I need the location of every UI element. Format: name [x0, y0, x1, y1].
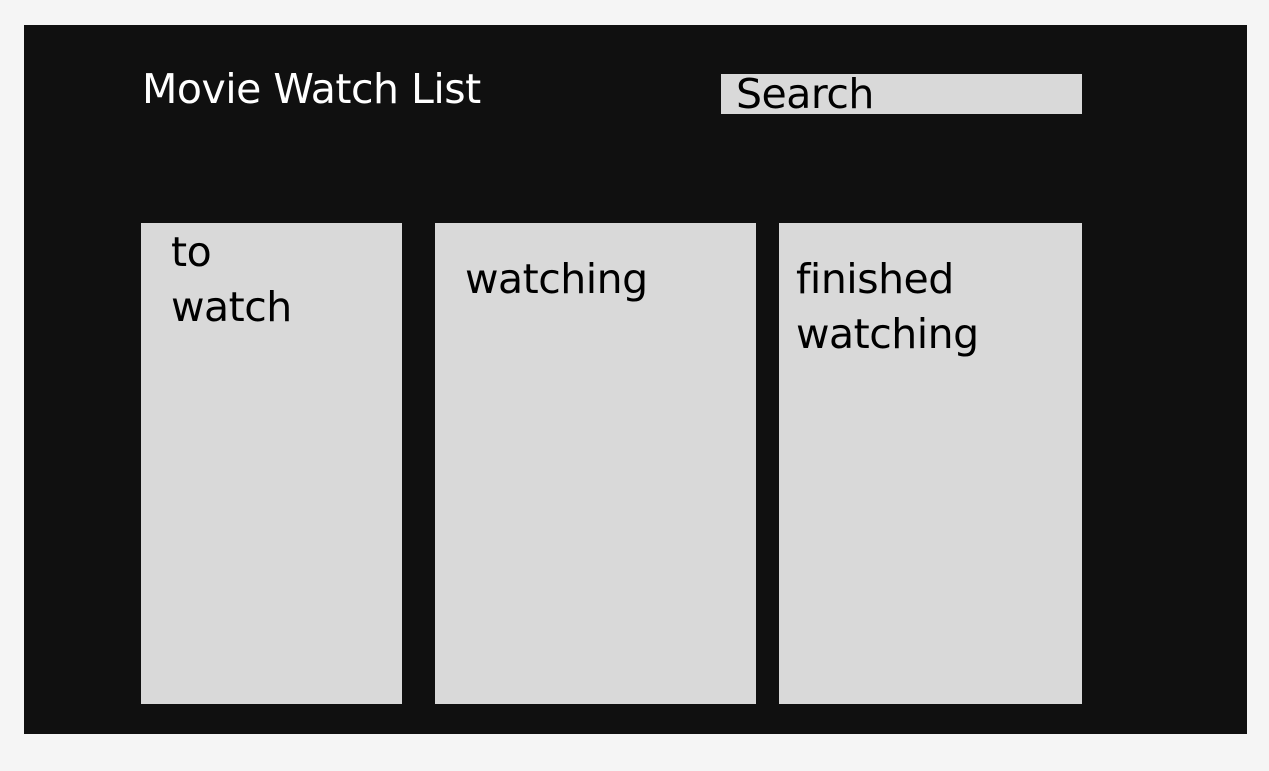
search-input[interactable]	[721, 74, 1082, 114]
app-frame: Movie Watch List to watch watching finis…	[24, 25, 1247, 734]
column-title-finished-watching: finished watching	[796, 255, 979, 358]
column-title-watching: watching	[465, 255, 648, 303]
column-watching[interactable]: watching	[435, 223, 756, 704]
column-to-watch[interactable]: to watch	[141, 223, 402, 704]
page-title: Movie Watch List	[142, 65, 481, 113]
column-finished-watching[interactable]: finished watching	[779, 223, 1082, 704]
column-title-to-watch: to watch	[171, 228, 292, 331]
